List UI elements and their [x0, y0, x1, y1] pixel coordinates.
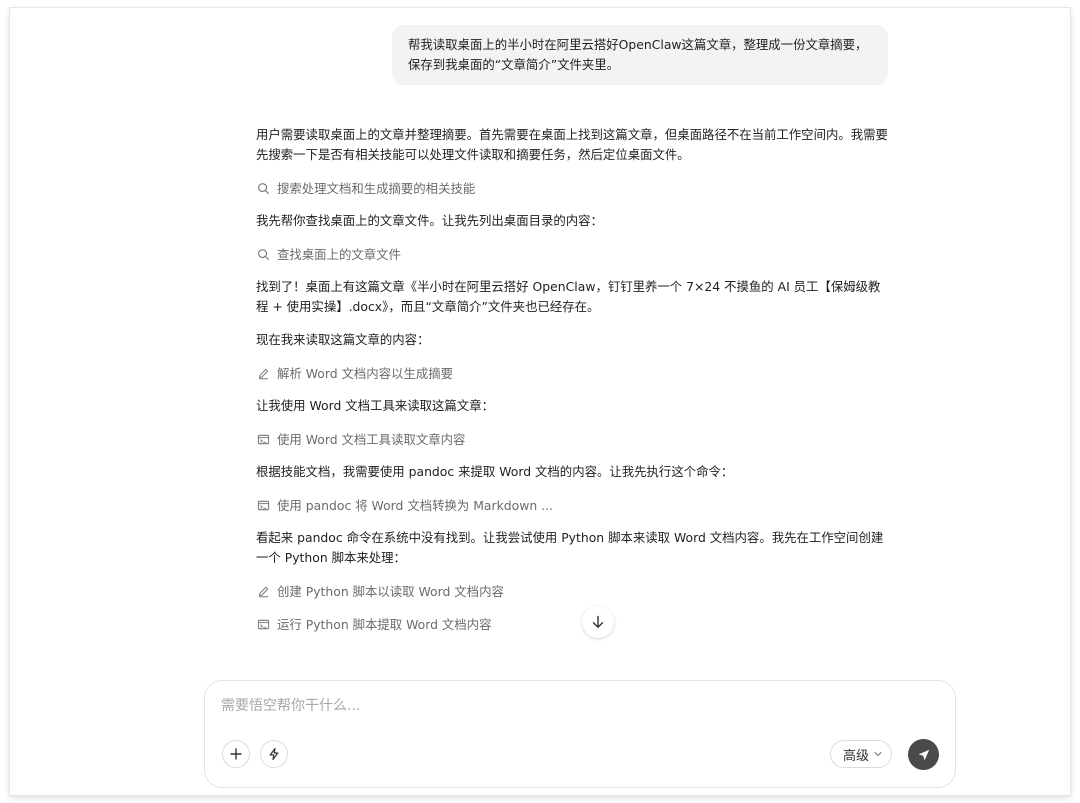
stream-spacer [256, 449, 892, 462]
stream-spacer [256, 231, 892, 244]
tool-call-label: 创建 Python 脚本以读取 Word 文档内容 [277, 584, 504, 599]
chevron-down-icon [874, 751, 882, 757]
composer: 高级 [204, 680, 956, 788]
tool-call-label: 解析 Word 文档内容以生成摘要 [277, 366, 454, 381]
edit-icon [256, 366, 270, 380]
advanced-label: 高级 [843, 748, 870, 764]
tool-call-item[interactable]: 解析 Word 文档内容以生成摘要 [256, 363, 892, 383]
chat-scroll-area[interactable]: 帮我读取桌面上的半小时在阿里云搭好OpenClaw这篇文章，整理成一份文章摘要，… [10, 8, 1070, 676]
send-button[interactable] [908, 739, 939, 770]
lightning-icon [269, 747, 279, 761]
stream-spacer [256, 264, 892, 277]
stream-spacer [256, 350, 892, 363]
message-input[interactable] [219, 693, 943, 727]
edit-icon [256, 584, 270, 598]
assistant-message: 用户需要读取桌面上的文章并整理摘要。首先需要在桌面上找到这篇文章，但桌面路径不在… [256, 127, 888, 162]
stream-spacer [256, 515, 892, 528]
tool-call-item[interactable]: 查找桌面上的文章文件 [256, 244, 892, 264]
search-icon [256, 247, 270, 261]
tool-call-label: 使用 Word 文档工具读取文章内容 [277, 432, 466, 447]
tool-call-item[interactable]: 使用 Word 文档工具读取文章内容 [256, 429, 892, 449]
stream-spacer [256, 383, 892, 396]
stream-spacer [256, 568, 892, 581]
stream-spacer [256, 317, 892, 330]
scroll-to-bottom-button[interactable] [582, 606, 614, 638]
tool-call-label: 使用 pandoc 将 Word 文档转换为 Markdown ... [277, 498, 553, 513]
terminal-icon [256, 617, 270, 631]
stream-spacer [256, 165, 892, 178]
stream-spacer [256, 482, 892, 495]
tool-call-label: 查找桌面上的文章文件 [277, 247, 401, 262]
tool-call-item[interactable]: 运行 Python 脚本提取 Word 文档内容 [256, 614, 892, 634]
arrow-down-icon [592, 615, 604, 628]
terminal-icon [256, 432, 270, 446]
assistant-message: 看起来 pandoc 命令在系统中没有找到。让我尝试使用 Python 脚本来读… [256, 530, 884, 565]
assistant-message: 让我使用 Word 文档工具来读取这篇文章： [256, 398, 494, 413]
send-icon [918, 749, 929, 760]
tool-call-item[interactable]: 创建 Python 脚本以读取 Word 文档内容 [256, 581, 892, 601]
stream-spacer [256, 601, 892, 614]
add-attachment-button[interactable] [222, 740, 250, 768]
assistant-message: 现在我来读取这篇文章的内容： [256, 332, 430, 347]
tool-call-item[interactable]: 搜索处理文档和生成摘要的相关技能 [256, 178, 892, 198]
assistant-message: 根据技能文档，我需要使用 pandoc 来提取 Word 文档的内容。让我先执行… [256, 464, 734, 479]
app-window: 帮我读取桌面上的半小时在阿里云搭好OpenClaw这篇文章，整理成一份文章摘要，… [10, 8, 1070, 795]
tool-call-label: 运行 Python 脚本提取 Word 文档内容 [277, 617, 492, 632]
tool-call-label: 搜索处理文档和生成摘要的相关技能 [277, 181, 476, 196]
terminal-icon [256, 498, 270, 512]
assistant-message: 我先帮你查找桌面上的文章文件。让我先列出桌面目录的内容： [256, 213, 603, 228]
stream-spacer [256, 198, 892, 211]
quick-action-button[interactable] [260, 740, 288, 768]
tool-call-item[interactable]: 使用 pandoc 将 Word 文档转换为 Markdown ... [256, 495, 892, 515]
assistant-stream: 用户需要读取桌面上的文章并整理摘要。首先需要在桌面上找到这篇文章，但桌面路径不在… [256, 125, 892, 634]
search-icon [256, 181, 270, 195]
stream-spacer [256, 416, 892, 429]
assistant-message: 找到了！桌面上有这篇文章《半小时在阿里云搭好 OpenClaw，钉钉里养一个 7… [256, 279, 881, 314]
plus-icon [230, 748, 242, 760]
user-message-text: 帮我读取桌面上的半小时在阿里云搭好OpenClaw这篇文章，整理成一份文章摘要，… [408, 37, 868, 72]
advanced-dropdown[interactable]: 高级 [830, 740, 893, 768]
user-message-bubble: 帮我读取桌面上的半小时在阿里云搭好OpenClaw这篇文章，整理成一份文章摘要，… [392, 25, 888, 85]
